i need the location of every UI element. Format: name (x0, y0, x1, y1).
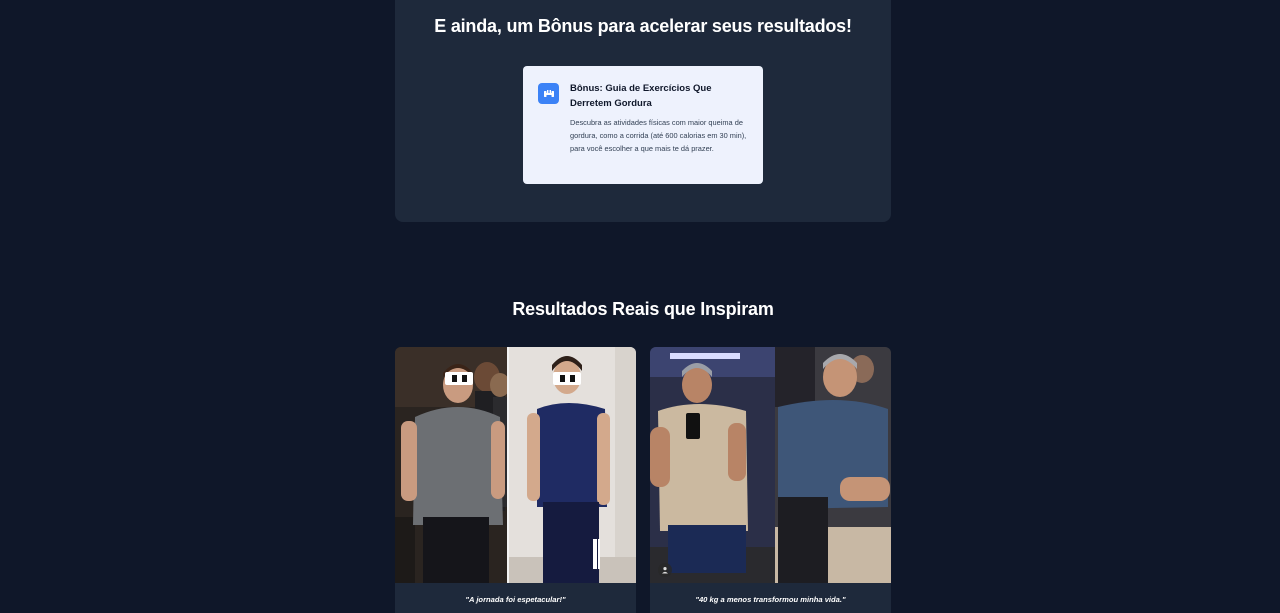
bonus-card: Bônus: Guia de Exercícios Que Derretem G… (523, 66, 763, 184)
before-after-photo-1 (395, 347, 636, 583)
testimonial-quote-2: "40 kg a menos transformou minha vida." (695, 595, 846, 604)
testimonial-quote-1: "A jornada foi espetacular!" (465, 595, 566, 604)
user-icon (658, 563, 672, 577)
results-heading: Resultados Reais que Inspiram (512, 299, 774, 319)
testimonial-card-2: "40 kg a menos transformou minha vida." (650, 347, 891, 613)
bonus-section: E ainda, um Bônus para acelerar seus res… (395, 0, 891, 222)
privacy-bar (445, 372, 473, 385)
testimonial-card-1: "A jornada foi espetacular!" (395, 347, 636, 613)
page: E ainda, um Bônus para acelerar seus res… (0, 0, 1280, 613)
privacy-bar (553, 372, 581, 385)
bonus-title: Bônus: Guia de Exercícios Que Derretem G… (570, 83, 712, 109)
bonus-heading: E ainda, um Bônus para acelerar seus res… (434, 16, 852, 36)
dumbbell-icon (538, 83, 559, 104)
before-after-photo-2 (650, 347, 891, 583)
bonus-text: Bônus: Guia de Exercícios Que Derretem G… (570, 81, 749, 184)
bonus-description: Descubra as atividades físicas com maior… (570, 118, 747, 153)
